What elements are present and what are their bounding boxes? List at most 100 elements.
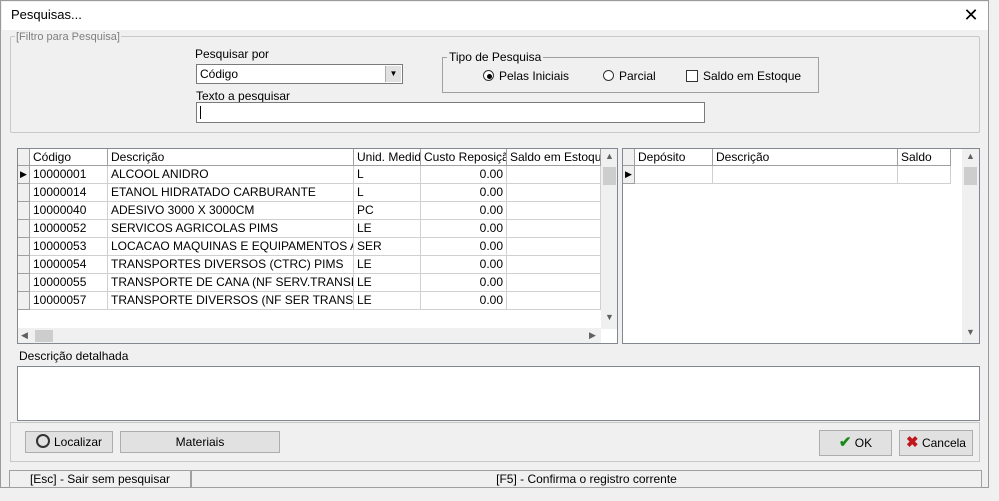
product-cell-description[interactable]: SERVICOS AGRICOLAS PIMS — [108, 220, 354, 238]
chevron-down-icon[interactable]: ▼ — [385, 66, 401, 82]
option-stock-label[interactable]: Saldo em Estoque — [703, 69, 801, 83]
product-cell-cost[interactable]: 0.00 — [421, 274, 507, 292]
search-type-label: Tipo de Pesquisa — [447, 50, 544, 64]
product-cell-stock[interactable] — [507, 292, 601, 310]
product-cell-stock[interactable] — [507, 220, 601, 238]
scroll-left-icon[interactable]: ◀ — [21, 330, 28, 341]
product-cell-unit[interactable]: L — [354, 184, 421, 202]
product-cell-code[interactable]: 10000055 — [30, 274, 108, 292]
product-cell-stock[interactable] — [507, 238, 601, 256]
cancel-x-icon: ✖ — [906, 434, 919, 451]
product-cell-unit[interactable]: LE — [354, 274, 421, 292]
product-cell-stock[interactable] — [507, 184, 601, 202]
product-cell-unit[interactable]: L — [354, 166, 421, 184]
product-cell-code[interactable]: 10000053 — [30, 238, 108, 256]
option-initials-label[interactable]: Pelas Iniciais — [499, 69, 569, 83]
deposit-grid-corner — [623, 149, 635, 166]
products-grid[interactable]: Código Descrição Unid. Medida Custo Repo… — [17, 148, 618, 344]
option-partial-label[interactable]: Parcial — [619, 69, 656, 83]
product-cell-cost[interactable]: 0.00 — [421, 166, 507, 184]
product-cell-code[interactable]: 10000052 — [30, 220, 108, 238]
product-cell-description[interactable]: LOCACAO MAQUINAS E EQUIPAMENTOS AGRICOLA… — [108, 238, 354, 256]
row-indicator — [18, 274, 30, 292]
scroll-thumb[interactable] — [603, 167, 616, 185]
deposits-grid[interactable]: Depósito Descrição Saldo ▶ ▲ ▼ — [622, 148, 980, 344]
search-text-input[interactable] — [196, 102, 705, 123]
product-cell-code[interactable]: 10000001 — [30, 166, 108, 184]
row-indicator — [18, 238, 30, 256]
product-cell-code[interactable]: 10000057 — [30, 292, 108, 310]
product-cell-description[interactable]: ALCOOL ANIDRO — [108, 166, 354, 184]
radio-partial[interactable] — [603, 70, 614, 81]
product-cell-cost[interactable]: 0.00 — [421, 202, 507, 220]
column-header-balance[interactable]: Saldo — [898, 149, 951, 166]
product-cell-stock[interactable] — [507, 274, 601, 292]
product-cell-stock[interactable] — [507, 256, 601, 274]
product-cell-cost[interactable]: 0.00 — [421, 238, 507, 256]
row-indicator — [18, 184, 30, 202]
status-f5: [F5] - Confirma o registro corrente — [191, 470, 982, 488]
product-cell-stock[interactable] — [507, 202, 601, 220]
checkmark-icon: ✔ — [838, 434, 852, 451]
product-cell-code[interactable]: 10000040 — [30, 202, 108, 220]
detail-textarea[interactable] — [17, 366, 980, 421]
product-cell-cost[interactable]: 0.00 — [421, 292, 507, 310]
product-cell-unit[interactable]: PC — [354, 202, 421, 220]
search-button[interactable]: Localizar — [25, 431, 113, 453]
product-cell-cost[interactable]: 0.00 — [421, 256, 507, 274]
cancel-button[interactable]: ✖ Cancela — [899, 430, 973, 456]
close-icon[interactable]: ✕ — [959, 5, 983, 25]
products-hscrollbar[interactable]: ◀ ▶ — [18, 328, 601, 343]
product-cell-code[interactable]: 10000014 — [30, 184, 108, 202]
product-cell-cost[interactable]: 0.00 — [421, 220, 507, 238]
hscroll-thumb[interactable] — [35, 330, 53, 342]
column-header-cost[interactable]: Custo Reposição — [421, 149, 507, 166]
column-header-unit[interactable]: Unid. Medida — [354, 149, 421, 166]
column-header-stock[interactable]: Saldo em Estoque — [507, 149, 601, 166]
scroll-right-icon[interactable]: ▶ — [589, 330, 596, 341]
product-cell-unit[interactable]: SER — [354, 238, 421, 256]
column-header-deposit[interactable]: Depósito — [635, 149, 713, 166]
product-cell-unit[interactable]: LE — [354, 220, 421, 238]
status-esc: [Esc] - Sair sem pesquisar — [9, 470, 191, 488]
scroll-down-icon[interactable]: ▼ — [962, 327, 979, 337]
ok-button-label: OK — [854, 436, 873, 450]
deposits-vscrollbar[interactable]: ▲ ▼ — [962, 149, 979, 343]
product-cell-unit[interactable]: LE — [354, 292, 421, 310]
product-cell-stock[interactable] — [507, 166, 601, 184]
scroll-up-icon[interactable]: ▲ — [962, 151, 979, 161]
window-title: Pesquisas... — [11, 7, 82, 22]
filter-legend: [Filtro para Pesquisa] — [15, 31, 121, 43]
deposit-balance-cell[interactable] — [898, 166, 951, 184]
scroll-thumb[interactable] — [964, 167, 977, 185]
product-cell-description[interactable]: ETANOL HIDRATADO CARBURANTE — [108, 184, 354, 202]
grid-corner — [18, 149, 30, 166]
search-button-label: Localizar — [53, 435, 103, 449]
stock-checkbox[interactable] — [686, 70, 698, 82]
product-cell-cost[interactable]: 0.00 — [421, 184, 507, 202]
magnifier-icon — [35, 434, 50, 448]
product-cell-description[interactable]: TRANSPORTE DE CANA (NF SERV.TRANSP) PIMS — [108, 274, 354, 292]
materials-button[interactable]: Materiais — [120, 431, 280, 453]
detail-label: Descrição detalhada — [19, 349, 129, 363]
product-cell-unit[interactable]: LE — [354, 256, 421, 274]
product-cell-code[interactable]: 10000054 — [30, 256, 108, 274]
products-vscrollbar[interactable]: ▲ ▼ — [601, 149, 617, 329]
search-by-select[interactable]: Código ▼ — [196, 64, 403, 84]
materials-button-label: Materiais — [175, 435, 225, 449]
column-header-code[interactable]: Código — [30, 149, 108, 166]
ok-button[interactable]: ✔ OK — [819, 430, 892, 456]
scroll-up-icon[interactable]: ▲ — [601, 151, 617, 161]
column-header-deposit-description[interactable]: Descrição — [713, 149, 898, 166]
row-indicator — [18, 256, 30, 274]
radio-initials[interactable] — [483, 70, 494, 81]
row-indicator-icon: ▶ — [18, 166, 30, 184]
product-cell-description[interactable]: TRANSPORTE DIVERSOS (NF SER TRANSP) PIMS — [108, 292, 354, 310]
product-cell-description[interactable]: TRANSPORTES DIVERSOS (CTRC) PIMS — [108, 256, 354, 274]
deposit-cell[interactable] — [635, 166, 713, 184]
scroll-down-icon[interactable]: ▼ — [601, 312, 617, 322]
deposit-description-cell[interactable] — [713, 166, 898, 184]
row-indicator-icon: ▶ — [623, 166, 635, 184]
product-cell-description[interactable]: ADESIVO 3000 X 3000CM — [108, 202, 354, 220]
column-header-description[interactable]: Descrição — [108, 149, 354, 166]
